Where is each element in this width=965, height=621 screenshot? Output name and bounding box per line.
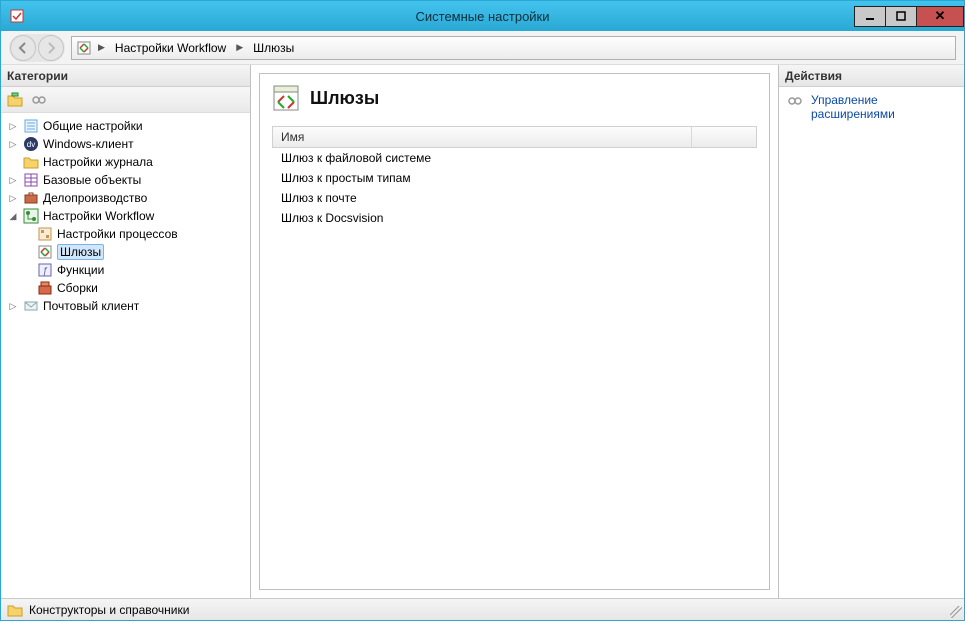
window-title: Системные настройки (1, 9, 964, 24)
actions-header: Действия (779, 65, 964, 87)
tree-item-workflow[interactable]: ▷ Делопроизводство (5, 189, 248, 207)
tree-item-journal[interactable]: ▷ Настройки журнала (5, 153, 248, 171)
gateway-name: Шлюз к простым типам (281, 171, 411, 185)
content-header: Шлюзы (260, 74, 769, 120)
grid-header: Имя (272, 126, 757, 148)
actions-panel: Действия Управление расширениями (778, 65, 964, 598)
window-buttons: ✕ (855, 6, 964, 27)
tree-item-general[interactable]: ▷ Общие настройки (5, 117, 248, 135)
table-icon (23, 172, 39, 188)
gateways-grid: Имя Шлюз к файловой системе Шлюз к прост… (272, 126, 757, 228)
gateway-icon (37, 244, 53, 260)
svg-text:ƒ: ƒ (42, 266, 48, 277)
tree-label: Настройки процессов (57, 227, 178, 241)
navigation-bar: ▶ Настройки Workflow ▶ Шлюзы (1, 31, 964, 65)
tree-item-wf-gateways[interactable]: ▷ Шлюзы (19, 243, 248, 261)
workflow-icon (23, 208, 39, 224)
column-spacer (692, 127, 756, 147)
gateway-name: Шлюз к файловой системе (281, 151, 431, 165)
breadcrumb-sep-icon: ▶ (232, 42, 247, 53)
briefcase-icon (23, 190, 39, 206)
resize-grip[interactable] (950, 606, 962, 618)
app-icon (9, 8, 25, 24)
tree-label: Почтовый клиент (43, 299, 139, 313)
folder-icon (7, 602, 23, 618)
folder-icon (23, 154, 39, 170)
tree-item-baseobjects[interactable]: ▷ Базовые объекты (5, 171, 248, 189)
action-label: Управление расширениями (811, 93, 956, 121)
tree-item-wf-assemblies[interactable]: ▷ Сборки (19, 279, 248, 297)
nav-buttons (9, 34, 65, 62)
gateway-name: Шлюз к Docsvision (281, 211, 383, 225)
categories-panel: Категории ▷ Общие настройки ▷ (1, 65, 251, 598)
tree-item-wf-processes[interactable]: ▷ Настройки процессов (19, 225, 248, 243)
gateway-row[interactable]: Шлюз к Docsvision (272, 208, 757, 228)
maximize-button[interactable] (885, 6, 917, 27)
gateway-row[interactable]: Шлюз к почте (272, 188, 757, 208)
body: Категории ▷ Общие настройки ▷ (1, 65, 964, 598)
gateway-row[interactable]: Шлюз к простым типам (272, 168, 757, 188)
expand-icon[interactable]: ▷ (7, 139, 19, 150)
categories-tree[interactable]: ▷ Общие настройки ▷ dv Windows-клиент ▷ … (1, 113, 250, 598)
breadcrumb[interactable]: ▶ Настройки Workflow ▶ Шлюзы (71, 36, 956, 60)
collapse-icon[interactable]: ◢ (7, 211, 19, 222)
breadcrumb-leaf[interactable]: Шлюзы (249, 37, 298, 59)
tree-label: Windows-клиент (43, 137, 134, 151)
tree-label: Делопроизводство (43, 191, 147, 205)
assembly-icon (37, 280, 53, 296)
tree-item-mailclient[interactable]: ▷ Почтовый клиент (5, 297, 248, 315)
minimize-button[interactable] (854, 6, 886, 27)
gateway-name: Шлюз к почте (281, 191, 357, 205)
settings-icon (23, 118, 39, 134)
function-icon: ƒ (37, 262, 53, 278)
expand-icon[interactable]: ▷ (7, 193, 19, 204)
back-button[interactable] (10, 35, 36, 61)
link-icon[interactable] (31, 92, 47, 108)
system-settings-window: Системные настройки ✕ ▶ Настройк (0, 0, 965, 621)
breadcrumb-leaf-label: Шлюзы (253, 41, 294, 55)
breadcrumb-root-label: Настройки Workflow (115, 41, 226, 55)
tree-label: Общие настройки (43, 119, 143, 133)
tree-label-selected: Шлюзы (57, 244, 104, 260)
breadcrumb-sep-icon: ▶ (94, 42, 109, 53)
breadcrumb-root[interactable]: Настройки Workflow (111, 37, 230, 59)
categories-header: Категории (1, 65, 250, 87)
link-icon (787, 93, 803, 109)
expand-icon[interactable]: ▷ (7, 175, 19, 186)
grid-body: Шлюз к файловой системе Шлюз к простым т… (272, 148, 757, 228)
content-title: Шлюзы (310, 88, 379, 109)
gateway-row[interactable]: Шлюз к файловой системе (272, 148, 757, 168)
action-manage-extensions[interactable]: Управление расширениями (779, 87, 964, 127)
gateway-large-icon (272, 84, 300, 112)
tree-label: Настройки Workflow (43, 209, 154, 223)
tree-item-wf-functions[interactable]: ▷ ƒ Функции (19, 261, 248, 279)
breadcrumb-root-icon (76, 40, 92, 56)
forward-button[interactable] (38, 35, 64, 61)
expand-icon[interactable]: ▷ (7, 121, 19, 132)
categories-toolbar (1, 87, 250, 113)
close-button[interactable]: ✕ (916, 6, 964, 27)
content-panel: Шлюзы Имя Шлюз к файловой системе Шлюз к… (251, 65, 778, 598)
content-inner: Шлюзы Имя Шлюз к файловой системе Шлюз к… (259, 73, 770, 590)
status-bar: Конструкторы и справочники (1, 598, 964, 620)
tree-label: Базовые объекты (43, 173, 141, 187)
folder-tree-icon[interactable] (7, 92, 23, 108)
tree-item-wf-settings[interactable]: ◢ Настройки Workflow (5, 207, 248, 225)
column-name[interactable]: Имя (273, 127, 692, 147)
process-icon (37, 226, 53, 242)
expand-icon[interactable]: ▷ (7, 301, 19, 312)
tree-label: Сборки (57, 281, 98, 295)
dv-icon: dv (23, 136, 39, 152)
tree-item-winclient[interactable]: ▷ dv Windows-клиент (5, 135, 248, 153)
status-text: Конструкторы и справочники (29, 603, 189, 617)
tree-label: Функции (57, 263, 104, 277)
mail-icon (23, 298, 39, 314)
tree-label: Настройки журнала (43, 155, 153, 169)
titlebar: Системные настройки ✕ (1, 1, 964, 31)
svg-text:dv: dv (27, 140, 35, 149)
